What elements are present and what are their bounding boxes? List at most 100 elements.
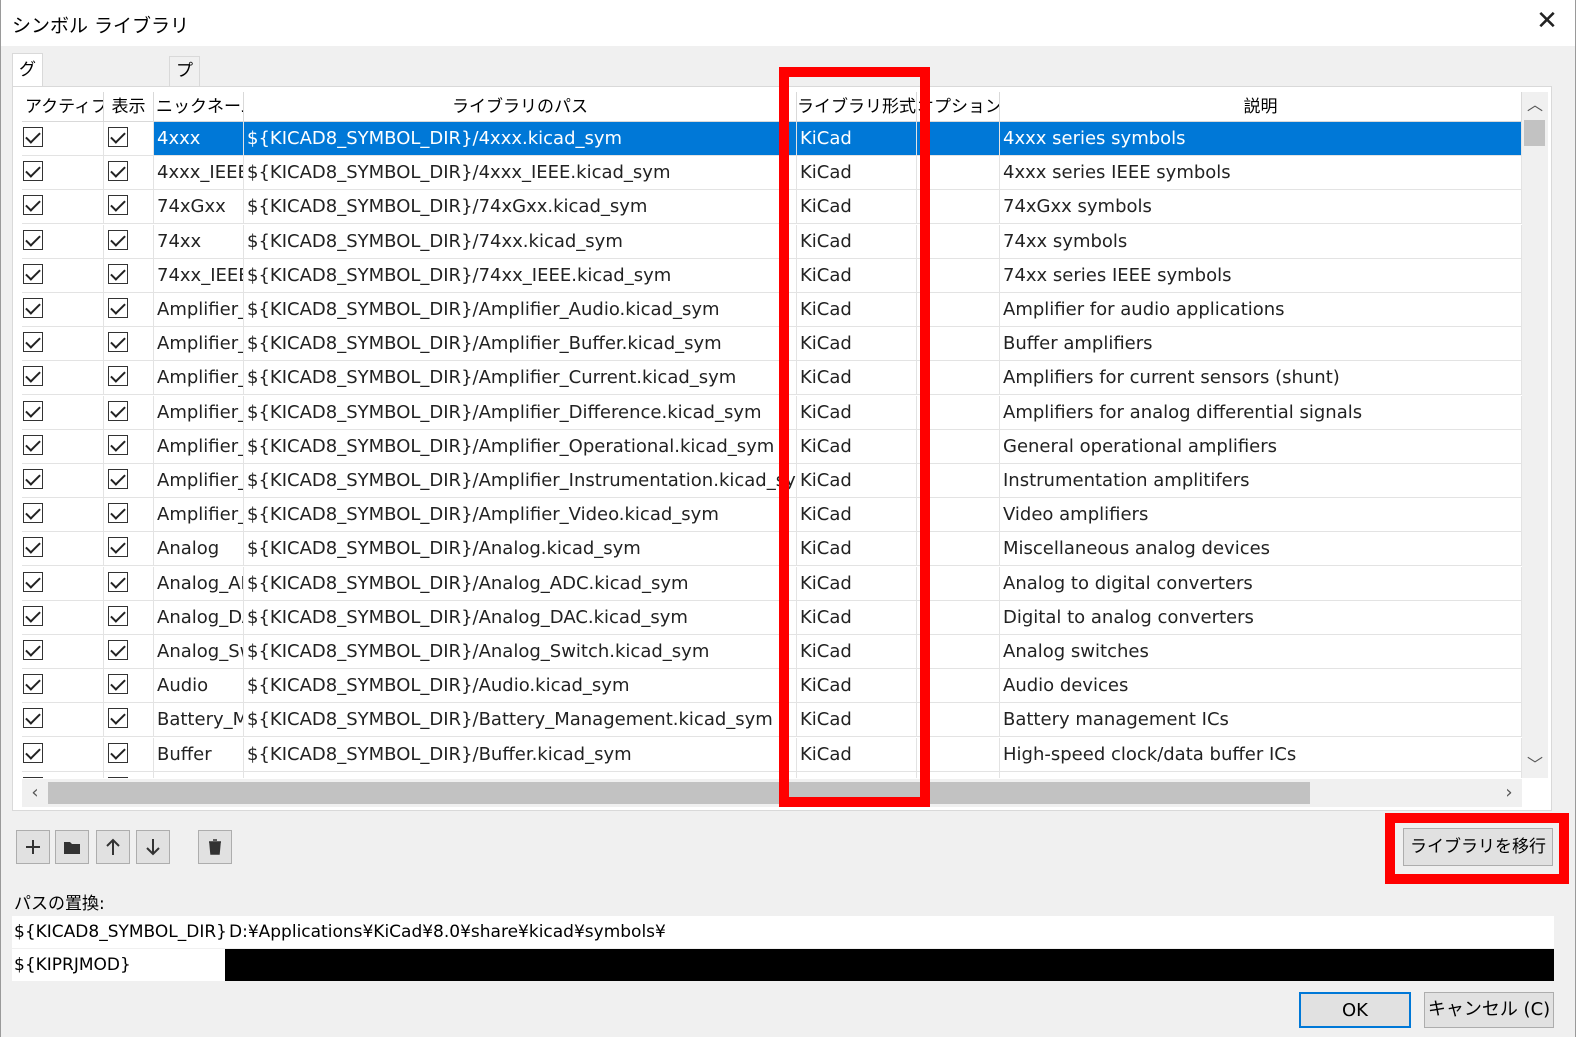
options-cell[interactable] [917, 156, 1000, 191]
cancel-button[interactable]: キャンセル (C) [1424, 992, 1554, 1028]
active-checkbox[interactable] [23, 366, 43, 387]
path-cell[interactable]: ${KICAD8_SYMBOL_DIR}/Analog_Switch.kicad… [244, 635, 797, 669]
format-cell[interactable]: KiCad [797, 122, 917, 156]
options-cell[interactable] [917, 327, 1000, 362]
options-cell[interactable] [917, 635, 1000, 669]
visible-checkbox[interactable] [108, 571, 128, 592]
column-header-format[interactable]: ライブラリ形式 [797, 92, 917, 122]
vertical-scrollbar[interactable]: ︿ ﹀ [1522, 92, 1548, 778]
format-cell[interactable]: KiCad [797, 566, 917, 601]
path-cell[interactable]: ${KICAD8_SYMBOL_DIR}/Amplifier_Differenc… [244, 395, 797, 430]
description-cell[interactable]: Digital to analog converters [1000, 600, 1522, 635]
format-cell[interactable] [797, 771, 917, 778]
nickname-cell[interactable]: 74xx [154, 224, 244, 259]
active-checkbox[interactable] [23, 503, 43, 524]
active-checkbox[interactable] [23, 674, 43, 695]
path-cell[interactable]: ${KICAD8_SYMBOL_DIR}/74xGxx.kicad_sym [244, 190, 797, 225]
active-checkbox-cell[interactable] [22, 156, 104, 191]
active-checkbox-cell[interactable] [22, 566, 104, 601]
table-row[interactable]: Amplifier_Instrumentation${KICAD8_SYMBOL… [22, 464, 1522, 498]
table-row[interactable]: 4xxx_IEEE ${KICAD8_SYMBOL_DIR}/4xxx_IEEE.… [22, 156, 1522, 191]
active-checkbox[interactable] [23, 434, 43, 455]
nickname-cell[interactable]: Analog [154, 532, 244, 567]
description-cell[interactable]: 4xxx series IEEE symbols [1000, 156, 1522, 191]
active-checkbox-cell[interactable] [22, 703, 104, 738]
visible-checkbox-cell[interactable] [104, 737, 154, 772]
move-up-button[interactable] [96, 830, 130, 864]
active-checkbox[interactable] [23, 195, 43, 216]
format-cell[interactable]: KiCad [797, 429, 917, 464]
vertical-scroll-thumb[interactable] [1524, 120, 1545, 146]
scroll-left-icon[interactable]: ‹ [22, 779, 48, 807]
active-checkbox-cell[interactable] [22, 429, 104, 464]
visible-checkbox[interactable] [108, 503, 128, 524]
format-cell[interactable]: KiCad [797, 464, 917, 498]
active-checkbox-cell[interactable] [22, 635, 104, 669]
active-checkbox-cell[interactable] [22, 361, 104, 396]
nickname-cell[interactable]: Battery_Management [154, 703, 244, 738]
options-cell[interactable] [917, 566, 1000, 601]
visible-checkbox-cell[interactable] [104, 190, 154, 225]
description-cell[interactable]: Analog switches [1000, 635, 1522, 669]
delete-library-button[interactable] [198, 830, 232, 864]
close-icon[interactable]: ✕ [1532, 6, 1562, 36]
table-row[interactable]: Amplifier_Difference${KICAD8_SYMBOL_DIR}… [22, 395, 1522, 430]
format-cell[interactable]: KiCad [797, 737, 917, 772]
nickname-cell[interactable]: Amplifier_Audio [154, 293, 244, 327]
table-row[interactable]: Buffer ${KICAD8_SYMBOL_DIR}/Buffer.kicad_… [22, 737, 1522, 772]
active-checkbox[interactable] [23, 229, 43, 250]
horizontal-scrollbar[interactable]: ‹ › [22, 779, 1522, 807]
visible-checkbox[interactable] [108, 537, 128, 558]
visible-checkbox[interactable] [108, 366, 128, 387]
options-cell[interactable] [917, 361, 1000, 396]
description-cell[interactable]: 74xGxx symbols [1000, 190, 1522, 225]
description-cell[interactable]: High-speed clock/data buffer ICs [1000, 737, 1522, 772]
table-row[interactable]: Audio ${KICAD8_SYMBOL_DIR}/Audio.kicad_sy… [22, 669, 1522, 704]
column-header-visible[interactable]: 表示 [104, 92, 154, 122]
active-checkbox[interactable] [23, 400, 43, 421]
active-checkbox-cell[interactable] [22, 190, 104, 225]
column-header-nickname[interactable]: ニックネーム [154, 92, 244, 122]
description-cell[interactable]: 74xx symbols [1000, 224, 1522, 259]
path-cell[interactable]: ${KICAD8_SYMBOL_DIR}/Amplifier_Video.kic… [244, 498, 797, 533]
tab-project-libraries[interactable]: プロジェクト固有ライブラリ [169, 56, 200, 417]
format-cell[interactable]: KiCad [797, 703, 917, 738]
visible-checkbox-cell[interactable] [104, 258, 154, 293]
visible-checkbox-cell[interactable] [104, 532, 154, 567]
description-cell[interactable]: Audio devices [1000, 669, 1522, 704]
horizontal-scroll-thumb[interactable] [48, 782, 1310, 804]
path-cell[interactable]: ${KICAD8_SYMBOL_DIR}/Amplifier_Audio.kic… [244, 293, 797, 327]
format-cell[interactable]: KiCad [797, 498, 917, 533]
active-checkbox-cell[interactable] [22, 122, 104, 156]
nickname-cell[interactable]: Amplifier_Buffer [154, 327, 244, 362]
active-checkbox-cell[interactable] [22, 737, 104, 772]
table-row[interactable]: 74xGxx ${KICAD8_SYMBOL_DIR}/74xGxx.kicad_… [22, 190, 1522, 225]
format-cell[interactable]: KiCad [797, 258, 917, 293]
visible-checkbox-cell[interactable] [104, 566, 154, 601]
active-checkbox[interactable] [23, 605, 43, 626]
nickname-cell[interactable]: Amplifier_Current [154, 361, 244, 396]
visible-checkbox[interactable] [108, 263, 128, 284]
options-cell[interactable] [917, 771, 1000, 778]
description-cell[interactable]: Instrumentation amplitifers [1000, 464, 1522, 498]
format-cell[interactable]: KiCad [797, 156, 917, 191]
path-cell[interactable]: ${KICAD8_SYMBOL_DIR}/74xx_IEEE.kicad_sym [244, 258, 797, 293]
visible-checkbox[interactable] [108, 469, 128, 489]
active-checkbox-cell[interactable] [22, 224, 104, 259]
active-checkbox-cell[interactable] [22, 600, 104, 635]
table-row[interactable]: 4xxx ${KICAD8_SYMBOL_DIR}/4xxx.kicad_sym K… [22, 122, 1522, 156]
active-checkbox[interactable] [23, 571, 43, 592]
description-cell[interactable]: Amplifiers for analog differential signa… [1000, 395, 1522, 430]
path-cell[interactable]: ${KICAD8_SYMBOL_DIR}/Audio.kicad_sym [244, 669, 797, 704]
table-row[interactable]: Analog ${KICAD8_SYMBOL_DIR}/Analog.kicad_… [22, 532, 1522, 567]
visible-checkbox-cell[interactable] [104, 464, 154, 498]
visible-checkbox[interactable] [108, 298, 128, 318]
format-cell[interactable]: KiCad [797, 669, 917, 704]
description-cell[interactable]: Buffer amplifiers [1000, 327, 1522, 362]
move-down-button[interactable] [136, 830, 170, 864]
options-cell[interactable] [917, 703, 1000, 738]
table-row[interactable]: Amplifier_Audio${KICAD8_SYMBOL_DIR}/Ampl… [22, 293, 1522, 327]
table-row[interactable]: Amplifier_Buffer${KICAD8_SYMBOL_DIR}/Amp… [22, 327, 1522, 362]
visible-checkbox[interactable] [108, 776, 128, 778]
description-cell[interactable]: Amplifier for audio applications [1000, 293, 1522, 327]
